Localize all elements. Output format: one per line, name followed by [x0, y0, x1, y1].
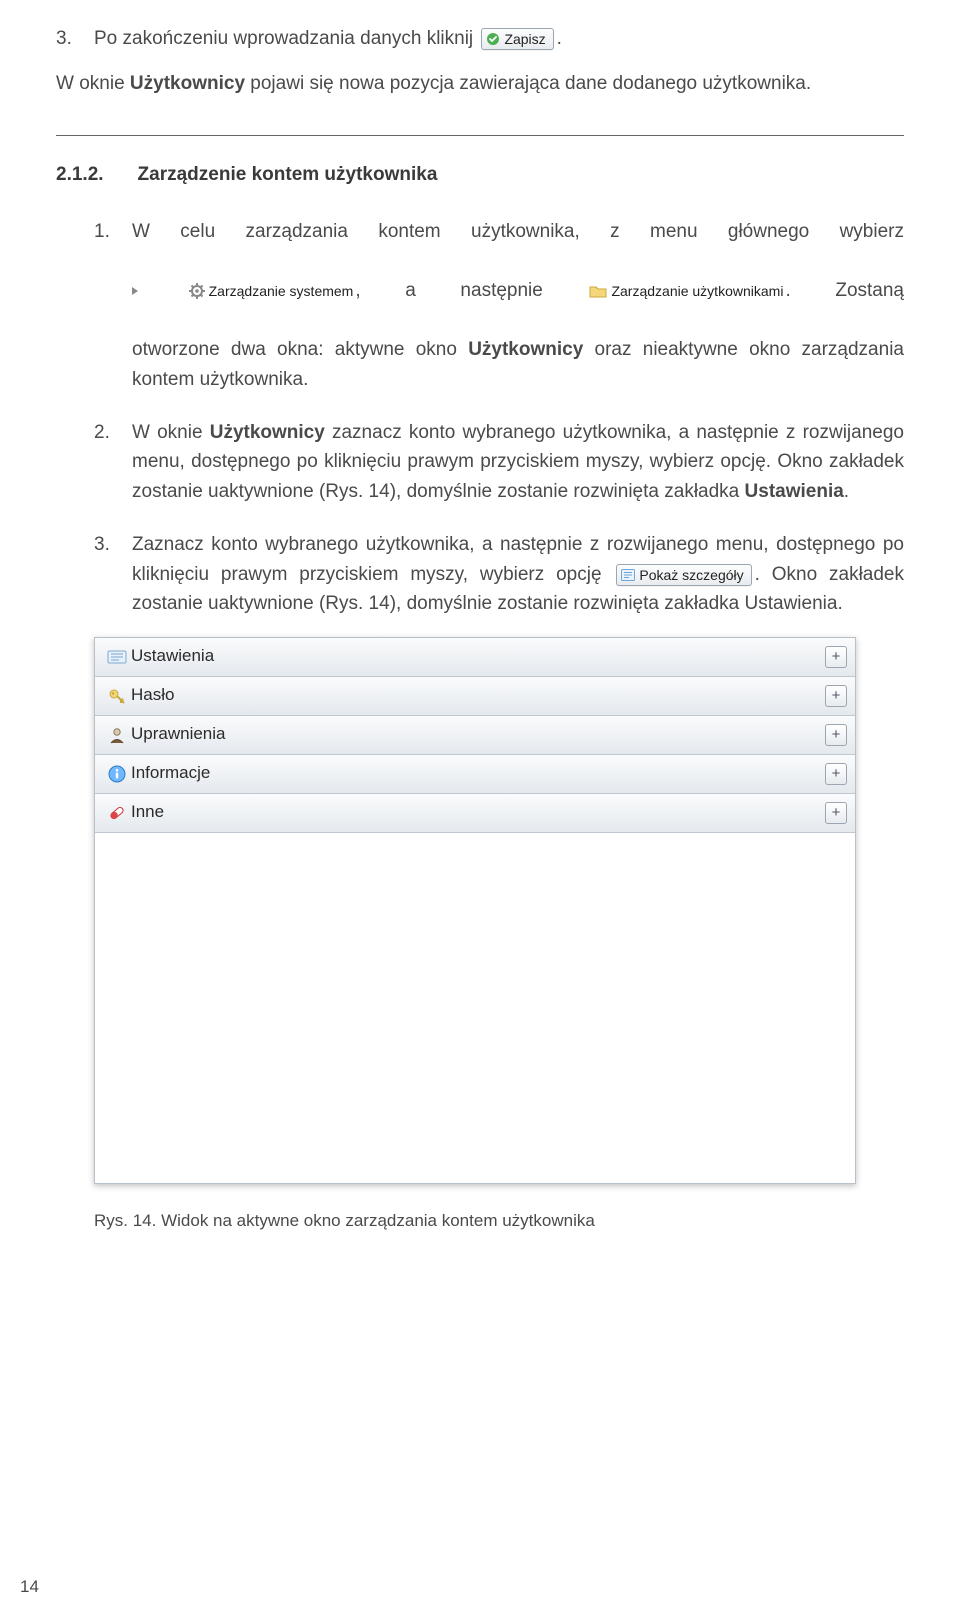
list-number: 1. — [94, 217, 114, 394]
chip-label: Zarządzanie systemem — [209, 282, 354, 300]
accordion-item-inne[interactable]: Inne + — [95, 794, 855, 833]
text-bold: Użytkownicy — [210, 422, 325, 443]
info-icon — [103, 765, 131, 783]
list-text: Po zakończeniu wprowadzania danych klikn… — [94, 24, 904, 53]
list-item-3b: 3. Zaznacz konto wybranego użytkownika, … — [94, 530, 904, 618]
text: W oknie — [132, 422, 210, 443]
accordion-label: Informacje — [131, 760, 825, 786]
text: otworzone dwa okna: aktywne okno — [132, 339, 468, 360]
list-number: 2. — [94, 418, 114, 506]
folder-icon — [589, 284, 607, 298]
figure-caption: Rys. 14. Widok na aktywne okno zarządzan… — [94, 1208, 904, 1234]
check-icon — [486, 32, 500, 46]
text: Po zakończeniu wprowadzania danych klikn… — [94, 28, 473, 49]
user-icon — [103, 725, 131, 745]
expand-button[interactable]: + — [825, 763, 847, 785]
expand-button[interactable]: + — [825, 802, 847, 824]
save-button-label: Zapisz — [504, 30, 545, 48]
details-icon — [621, 569, 635, 581]
text-bold: Użytkownicy — [468, 339, 583, 360]
figure-label: Rys. 14. — [94, 1211, 156, 1230]
text: . — [844, 481, 849, 502]
triangle-icon — [132, 287, 138, 295]
menu-item-system-management[interactable]: Zarządzanie systemem — [189, 282, 354, 300]
text: pojawi się nowa pozycja zawierająca dane… — [245, 73, 811, 94]
text: , a następnie — [355, 280, 543, 301]
section-heading: 2.1.2. Zarządzenie kontem użytkownika — [56, 160, 904, 189]
accordion-label: Hasło — [131, 682, 825, 708]
section-title: Zarządzenie kontem użytkownika — [138, 160, 438, 189]
accordion-body — [95, 833, 855, 1183]
accordion-label: Inne — [131, 799, 825, 825]
text-bold: Ustawienia — [745, 481, 844, 502]
list-number: 3. — [56, 24, 76, 53]
text-bold: Użytkownicy — [130, 73, 245, 94]
list-number: 3. — [94, 530, 114, 618]
expand-button[interactable]: + — [825, 685, 847, 707]
gear-icon — [189, 283, 205, 299]
button-label: Pokaż szczegóły — [639, 566, 743, 584]
section-number: 2.1.2. — [56, 160, 104, 189]
expand-button[interactable]: + — [825, 646, 847, 668]
figure-text: Widok na aktywne okno zarządzania kontem… — [156, 1211, 594, 1230]
pill-icon — [103, 803, 131, 823]
text: . Zostaną — [785, 280, 904, 301]
save-button[interactable]: Zapisz — [481, 28, 553, 50]
expand-button[interactable]: + — [825, 724, 847, 746]
section-separator — [56, 135, 904, 136]
accordion-item-ustawienia[interactable]: Ustawienia + — [95, 638, 855, 677]
list-text: Zaznacz konto wybranego użytkownika, a n… — [132, 530, 904, 618]
show-details-button[interactable]: Pokaż szczegóły — [616, 564, 751, 586]
text: W celu zarządzania kontem użytkownika, z… — [132, 221, 904, 242]
list-text: W celu zarządzania kontem użytkownika, z… — [132, 217, 904, 394]
accordion-label: Uprawnienia — [131, 721, 825, 747]
chip-label: Zarządzanie użytkownikami — [611, 282, 783, 300]
menu-item-user-management[interactable]: Zarządzanie użytkownikami — [589, 282, 783, 300]
list-item-1: 1. W celu zarządzania kontem użytkownika… — [94, 217, 904, 394]
list-text: W oknie Użytkownicy zaznacz konto wybran… — [132, 418, 904, 506]
page-number: 14 — [20, 1574, 39, 1600]
key-icon — [103, 686, 131, 706]
accordion-item-uprawnienia[interactable]: Uprawnienia + — [95, 716, 855, 755]
accordion-item-informacje[interactable]: Informacje + — [95, 755, 855, 794]
list-item-3: 3. Po zakończeniu wprowadzania danych kl… — [56, 24, 904, 53]
text: W oknie — [56, 73, 130, 94]
settings-icon — [103, 649, 131, 665]
text: . — [557, 28, 562, 49]
accordion-label: Ustawienia — [131, 643, 825, 669]
paragraph: W oknie Użytkownicy pojawi się nowa pozy… — [56, 69, 904, 98]
accordion-panel: Ustawienia + Hasło + Uprawnienia + Infor… — [94, 637, 856, 1184]
list-item-2: 2. W oknie Użytkownicy zaznacz konto wyb… — [94, 418, 904, 506]
accordion-item-haslo[interactable]: Hasło + — [95, 677, 855, 716]
